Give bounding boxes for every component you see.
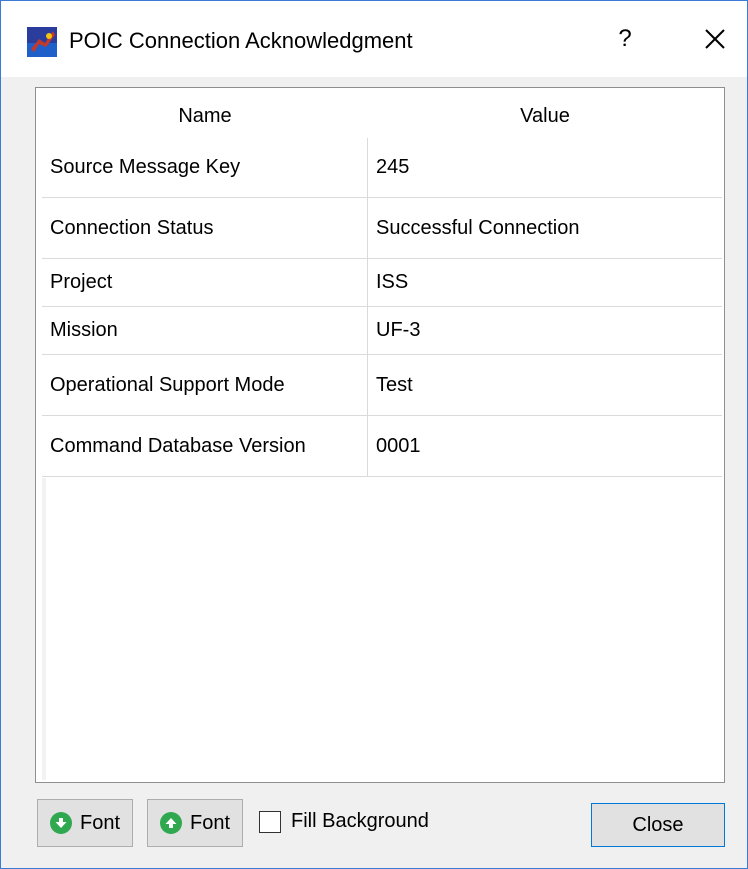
window-title: POIC Connection Acknowledgment xyxy=(69,28,413,53)
font-increase-button[interactable]: Font xyxy=(147,799,243,847)
table-empty-area xyxy=(42,478,722,780)
font-decrease-button[interactable]: Font xyxy=(37,799,133,847)
properties-table[interactable]: Name Value Source Message Key 245 Connec… xyxy=(35,87,725,783)
cell-name: Project xyxy=(42,259,368,306)
table-row[interactable]: Mission UF-3 xyxy=(42,307,722,355)
cell-name: Operational Support Mode xyxy=(42,355,368,415)
table-row[interactable]: Project ISS xyxy=(42,259,722,307)
table-header: Name Value xyxy=(42,94,722,138)
title-bar: POIC Connection Acknowledgment ? xyxy=(1,1,747,77)
cell-name: Command Database Version xyxy=(42,416,368,476)
arrow-down-icon xyxy=(49,812,72,834)
column-header-value[interactable]: Value xyxy=(368,94,722,138)
table-row[interactable]: Connection Status Successful Connection xyxy=(42,198,722,259)
table-row[interactable]: Operational Support Mode Test xyxy=(42,355,722,416)
fill-background-checkbox[interactable] xyxy=(259,811,281,833)
cell-value: UF-3 xyxy=(376,319,421,341)
cell-value: 0001 xyxy=(376,434,421,457)
fill-background-label[interactable]: Fill Background xyxy=(291,807,429,835)
help-button[interactable]: ? xyxy=(605,19,645,59)
cell-name: Mission xyxy=(42,307,368,354)
arrow-up-icon xyxy=(159,812,182,834)
font-increase-label: Font xyxy=(189,811,231,834)
close-button[interactable]: Close xyxy=(591,803,725,847)
cell-name: Source Message Key xyxy=(42,138,368,197)
cell-value: ISS xyxy=(376,271,409,293)
cell-value: Test xyxy=(376,373,413,396)
dialog-footer: Font Font Fill Background Close xyxy=(1,791,747,867)
cell-value: Successful Connection xyxy=(376,216,580,239)
close-icon[interactable] xyxy=(695,19,735,59)
table-row[interactable]: Source Message Key 245 xyxy=(42,138,722,198)
font-decrease-label: Font xyxy=(79,811,121,834)
cell-value: 245 xyxy=(376,156,410,178)
column-header-name[interactable]: Name xyxy=(42,94,368,138)
row-header-strip xyxy=(42,478,46,780)
cell-name: Connection Status xyxy=(42,198,368,258)
dialog-window: POIC Connection Acknowledgment ? Name Va… xyxy=(0,0,748,869)
app-icon xyxy=(27,27,57,57)
table-row[interactable]: Command Database Version 0001 xyxy=(42,416,722,477)
